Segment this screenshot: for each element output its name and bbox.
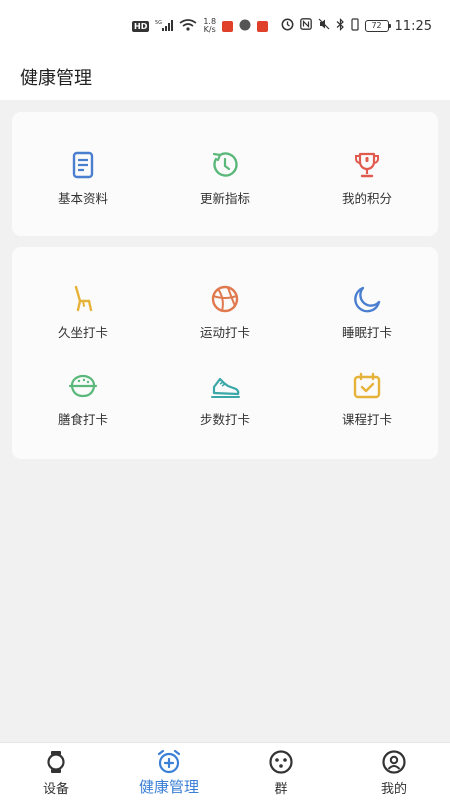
health-alarm-icon <box>157 749 181 774</box>
profile-icon <box>382 750 406 774</box>
trophy-icon <box>355 152 379 178</box>
exercise-checkin-tile[interactable]: 运动打卡 <box>175 282 275 341</box>
basketball-icon <box>211 285 239 313</box>
nfc-icon <box>299 18 312 34</box>
course-checkin-label: 课程打卡 <box>341 412 392 427</box>
status-right-group: 72 11:25 <box>281 17 432 35</box>
app-notification-icon <box>239 19 251 34</box>
nav-tab-group[interactable]: 群 <box>231 749 331 797</box>
nav-tab-health[interactable]: 健康管理 <box>119 749 219 797</box>
exercise-checkin-label: 运动打卡 <box>199 325 250 340</box>
status-left-group: HD 5G 1.8 K/s <box>132 18 269 34</box>
my-points-tile[interactable]: 我的积分 <box>317 148 417 207</box>
update-metrics-label: 更新指标 <box>199 191 250 206</box>
moon-icon <box>354 286 381 313</box>
calendar-check-icon <box>353 372 381 399</box>
sedentary-checkin-tile[interactable]: 久坐打卡 <box>33 282 133 341</box>
sleep-checkin-label: 睡眠打卡 <box>341 325 392 340</box>
mute-icon <box>318 18 330 34</box>
watch-icon <box>47 751 65 773</box>
my-points-label: 我的积分 <box>341 191 392 206</box>
sedentary-checkin-label: 久坐打卡 <box>57 325 108 340</box>
app-header: 健康管理 <box>0 52 450 100</box>
clock: 11:25 <box>394 18 432 34</box>
bottom-nav: 设备 健康管理 群 我的 <box>0 742 450 800</box>
basic-info-tile[interactable]: 基本资料 <box>33 148 133 207</box>
diet-checkin-label: 膳食打卡 <box>57 412 108 427</box>
nav-tab-device[interactable]: 设备 <box>6 749 106 797</box>
nav-label-mine: 我的 <box>380 782 407 797</box>
notification-app-icon-2 <box>257 20 269 32</box>
battery-indicator: 72 <box>364 20 392 32</box>
vibrate-icon <box>350 17 359 35</box>
signal-icon: 5G <box>155 19 174 34</box>
bluetooth-icon <box>336 17 345 35</box>
nav-label-group: 群 <box>274 782 288 797</box>
nav-label-device: 设备 <box>42 782 69 797</box>
steps-checkin-label: 步数打卡 <box>199 412 250 427</box>
status-bar: HD 5G 1.8 K/s 72 11:25 <box>0 0 450 52</box>
svg-text:5G: 5G <box>155 20 162 26</box>
sleep-checkin-tile[interactable]: 睡眠打卡 <box>317 282 417 341</box>
alarm-icon <box>281 18 294 35</box>
sneaker-icon <box>211 377 240 398</box>
checkin-card: 久坐打卡 运动打卡 睡眠打卡 膳食打卡 步数打卡 课程打卡 <box>12 247 438 459</box>
basic-info-label: 基本资料 <box>57 191 108 206</box>
refresh-clock-icon <box>212 152 238 177</box>
chair-icon <box>74 285 93 312</box>
nav-tab-mine[interactable]: 我的 <box>344 749 444 797</box>
profile-card: 基本资料 更新指标 我的积分 <box>12 112 438 236</box>
group-icon <box>269 750 293 774</box>
page-title: 健康管理 <box>20 68 92 89</box>
document-icon <box>72 151 94 179</box>
bowl-icon <box>68 374 98 398</box>
hd-badge: HD <box>132 20 150 32</box>
diet-checkin-tile[interactable]: 膳食打卡 <box>33 369 133 428</box>
steps-checkin-tile[interactable]: 步数打卡 <box>175 369 275 428</box>
course-checkin-tile[interactable]: 课程打卡 <box>317 369 417 428</box>
update-metrics-tile[interactable]: 更新指标 <box>175 148 275 207</box>
nav-label-health: 健康管理 <box>138 778 199 796</box>
speed-unit: K/s <box>203 25 216 34</box>
network-speed: 1.8 K/s <box>203 18 216 34</box>
notification-app-icon <box>222 20 234 32</box>
wifi-icon <box>179 18 197 34</box>
